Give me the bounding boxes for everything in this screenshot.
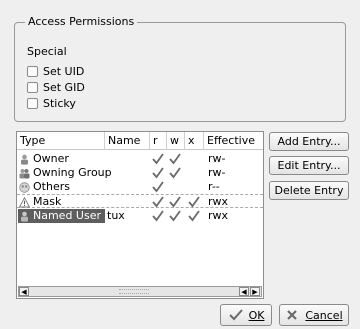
special-label: Special (27, 45, 67, 58)
checkbox-box[interactable] (27, 82, 38, 93)
set-uid-checkbox[interactable]: Set UID (27, 65, 84, 78)
set-gid-checkbox[interactable]: Set GID (27, 81, 85, 94)
user-icon (21, 154, 28, 165)
effective-cell: rw- (208, 166, 226, 179)
horizontal-scrollbar[interactable]: ◀ ◀ ▶ (18, 286, 262, 297)
close-icon (287, 310, 298, 320)
checkbox-box[interactable] (27, 98, 38, 109)
column-header-type[interactable]: Type (17, 132, 105, 150)
effective-cell: rw- (208, 152, 226, 165)
type-cell: Mask (19, 195, 61, 209)
table-row[interactable]: Named User tux rwx (17, 209, 263, 223)
column-header-name[interactable]: Name (105, 132, 150, 150)
check-icon (152, 196, 164, 208)
table-row[interactable]: Mask rwx (17, 194, 263, 208)
checkbox-label: Set UID (43, 65, 85, 78)
checkbox-label: Set GID (43, 81, 85, 94)
check-icon (152, 153, 164, 165)
name-cell: tux (107, 209, 125, 222)
scroll-right-arrow-icon[interactable]: ▶ (250, 287, 260, 296)
check-icon (228, 309, 243, 321)
scroll-left-arrow-icon[interactable]: ◀ (239, 287, 249, 296)
check-icon (152, 167, 164, 179)
ok-button[interactable]: OK (220, 304, 272, 326)
checkbox-box[interactable] (27, 66, 38, 77)
type-cell: Owner (19, 152, 69, 166)
group-icon (19, 168, 30, 178)
check-icon (152, 210, 164, 222)
cancel-button[interactable]: Cancel (279, 304, 349, 326)
type-label: Mask (33, 195, 62, 208)
group-title: Access Permissions (25, 15, 138, 28)
check-icon (188, 196, 200, 208)
column-header-w[interactable]: w (167, 132, 185, 150)
column-header-effective[interactable]: Effective (204, 132, 263, 150)
check-icon (188, 210, 200, 222)
cancel-label: Cancel (305, 308, 343, 322)
type-cell: Others (19, 180, 70, 194)
column-header-x[interactable]: x (185, 132, 204, 150)
type-label: Named User (33, 209, 102, 222)
type-cell: Owning Group (19, 166, 112, 180)
edit-entry-button[interactable]: Edit Entry... (269, 156, 349, 175)
scrollbar-grip (119, 289, 149, 294)
check-icon (152, 181, 164, 193)
effective-cell: rwx (208, 209, 229, 222)
check-icon (169, 210, 181, 222)
table-row[interactable]: Owning Group rw- (17, 166, 263, 180)
warning-icon (19, 196, 30, 207)
others-icon (19, 181, 30, 193)
table-row[interactable]: Owner rw- (17, 152, 263, 166)
access-permissions-group: Access Permissions Special Set UID Set G… (14, 15, 346, 122)
delete-entry-button[interactable]: Delete Entry (269, 181, 349, 200)
user-icon (21, 211, 28, 222)
acl-table[interactable]: Type Name r w x Effective Owner rw- Owni… (16, 131, 264, 299)
type-label: Owning Group (33, 166, 112, 179)
scroll-left-arrow-icon[interactable]: ◀ (19, 287, 29, 296)
ok-label: OK (248, 308, 265, 322)
table-row[interactable]: Others r-- (17, 180, 263, 194)
column-header-r[interactable]: r (150, 132, 167, 150)
type-label: Owner (33, 152, 69, 165)
table-header: Type Name r w x Effective (17, 132, 263, 150)
check-icon (169, 153, 181, 165)
check-icon (169, 196, 181, 208)
add-entry-button[interactable]: Add Entry... (269, 132, 349, 151)
effective-cell: rwx (208, 195, 229, 208)
sticky-checkbox[interactable]: Sticky (27, 97, 76, 110)
type-label: Others (33, 180, 70, 193)
effective-cell: r-- (208, 180, 220, 193)
type-cell: Named User (19, 209, 101, 223)
checkbox-label: Sticky (43, 97, 76, 110)
check-icon (169, 167, 181, 179)
